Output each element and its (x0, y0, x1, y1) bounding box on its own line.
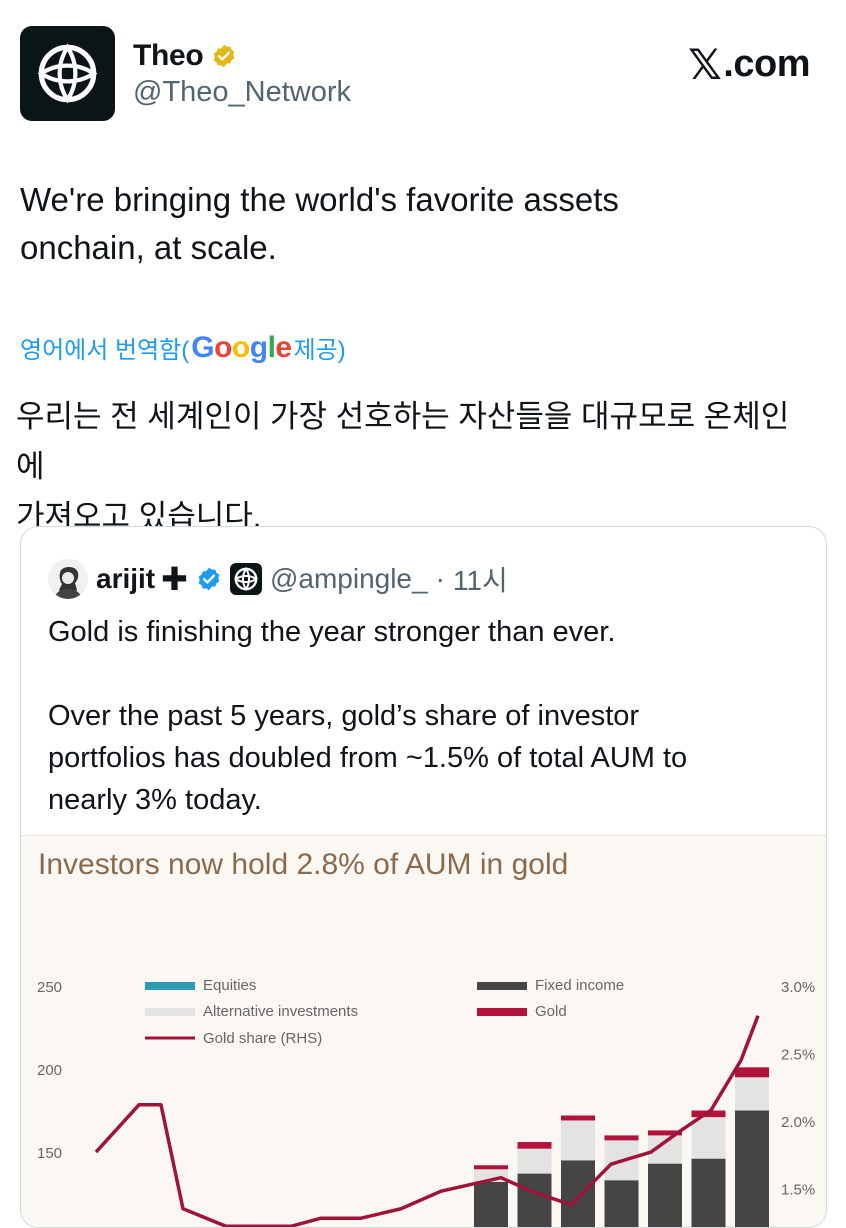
sketch-portrait-icon (48, 559, 88, 599)
translation-label-suffix: 제공) (294, 330, 346, 365)
quote-timestamp[interactable]: 11시 (453, 559, 508, 599)
y-right-tick-label: 1.5% (781, 1182, 815, 1199)
y-left-tick-label: 150 (37, 1145, 62, 1162)
quote-author-name[interactable]: arijit (96, 563, 155, 595)
y-right-tick-label: 2.5% (781, 1047, 815, 1064)
legend-label-alternative: Alternative investments (203, 1003, 358, 1020)
blue-verified-badge-icon[interactable] (196, 566, 222, 592)
legend-swatch-fixed-income (477, 982, 527, 990)
y-left-tick-label: 250 (37, 979, 62, 996)
bar-gold (561, 1115, 595, 1120)
quote-author-avatar[interactable] (48, 559, 88, 599)
legend-swatch-alternative (145, 1008, 195, 1016)
google-logo: Google (191, 331, 291, 365)
bar-alternative (692, 1117, 726, 1159)
quote-author-handle[interactable]: @ampingle_ (270, 563, 428, 595)
bar-fixed-income (692, 1159, 726, 1228)
bar-fixed-income (518, 1174, 552, 1228)
theo-logo-icon (34, 40, 101, 107)
plus-icon: ✚ (161, 560, 188, 598)
bar-alternative (561, 1120, 595, 1160)
theo-avatar[interactable] (20, 26, 115, 121)
bar-alternative (518, 1149, 552, 1174)
quote-header: arijit ✚ @ampingle_ · 11시 (48, 559, 508, 599)
bar-fixed-income (561, 1160, 595, 1228)
tweet-header: Theo @Theo_Network 𝕏 .com (0, 0, 846, 140)
bar-gold (735, 1067, 769, 1077)
translated-by-google-link[interactable]: 영어에서 번역함( Google 제공) (20, 330, 346, 365)
quote-text: Gold is finishing the year stronger than… (48, 611, 808, 821)
chart-image[interactable]: Investors now hold 2.8% of AUM in gold 2… (21, 835, 826, 1228)
quote-text-line: portfolios has doubled from ~1.5% of tot… (48, 737, 808, 779)
bar-fixed-income (648, 1164, 682, 1228)
x-logo-icon: 𝕏 (688, 40, 721, 89)
bar-gold (518, 1142, 552, 1149)
bar-fixed-income (474, 1182, 508, 1228)
legend-label-equities: Equities (203, 977, 256, 994)
y-right-tick-label: 2.0% (781, 1114, 815, 1131)
quote-text-line: nearly 3% today. (48, 779, 808, 821)
quoted-tweet[interactable]: arijit ✚ @ampingle_ · 11시 Gold is finish… (20, 526, 827, 1228)
bar-fixed-income (735, 1111, 769, 1228)
theo-affiliate-icon[interactable] (230, 563, 262, 595)
bar-fixed-income (605, 1180, 639, 1228)
display-name[interactable]: Theo (133, 39, 203, 73)
legend-label-gold: Gold (535, 1003, 567, 1020)
handle[interactable]: @Theo_Network (133, 76, 351, 109)
gold-aum-chart: 250 200 150 3.0% 2.5% 2.0% 1.5% Equities Alterna… (21, 836, 826, 1228)
legend-label-fixed-income: Fixed income (535, 977, 624, 994)
name-row: Theo (133, 36, 237, 76)
bar-gold (605, 1135, 639, 1140)
y-left-tick-label: 200 (37, 1062, 62, 1079)
y-right-tick-label: 3.0% (781, 979, 815, 996)
translated-text: 우리는 전 세계인이 가장 선호하는 자산들을 대규모로 온체인에 가져오고 있… (16, 392, 816, 542)
legend-swatch-gold (477, 1008, 527, 1016)
legend-label-gold-share: Gold share (RHS) (203, 1030, 322, 1047)
tweet-text-line: We're bringing the world's favorite asse… (20, 176, 810, 224)
quote-text-line: Over the past 5 years, gold’s share of i… (48, 695, 808, 737)
bar-gold (474, 1165, 508, 1169)
separator-dot: · (436, 563, 445, 595)
x-com-watermark: 𝕏 .com (688, 40, 810, 89)
theo-mini-logo-icon (233, 566, 259, 592)
translated-text-line: 우리는 전 세계인이 가장 선호하는 자산들을 대규모로 온체인에 (16, 392, 816, 492)
gold-verified-badge-icon[interactable] (211, 43, 237, 69)
site-label: .com (723, 43, 810, 86)
bar-alternative (735, 1077, 769, 1110)
translation-label-prefix: 영어에서 번역함( (20, 330, 189, 365)
tweet-text-line: onchain, at scale. (20, 224, 810, 272)
tweet-text: We're bringing the world's favorite asse… (20, 176, 810, 272)
legend-swatch-equities (145, 982, 195, 990)
quote-text-line: Gold is finishing the year stronger than… (48, 611, 808, 653)
